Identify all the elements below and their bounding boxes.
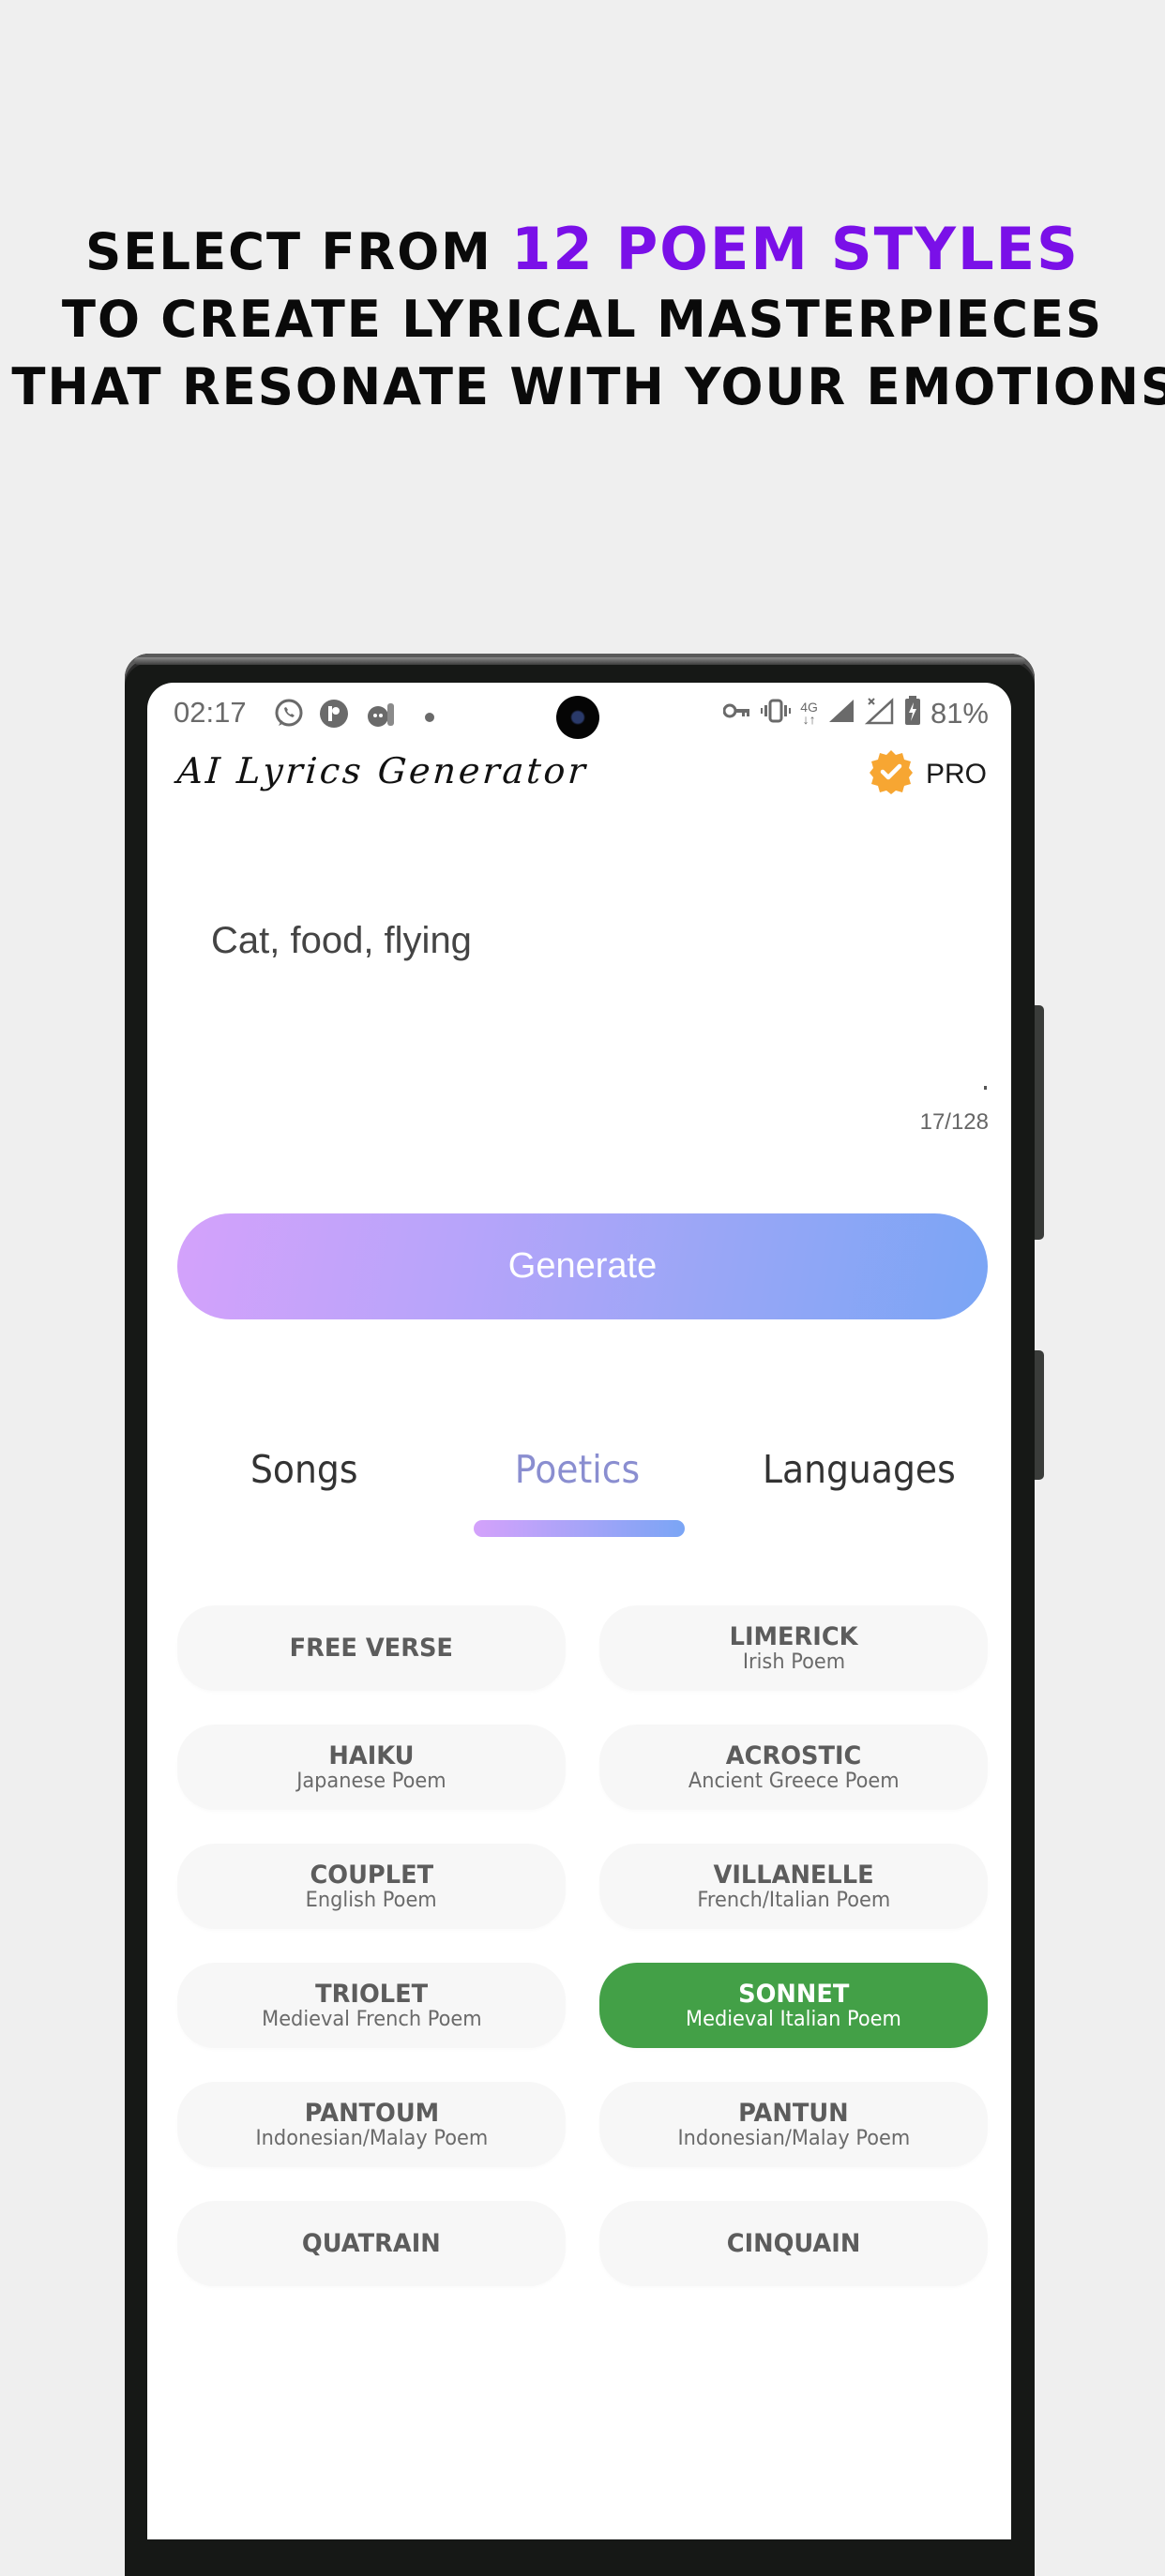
poem-style-card[interactable]: ACROSTIC Ancient Greece Poem xyxy=(599,1725,988,1810)
phone-top-edge xyxy=(134,657,1025,665)
signal-no-service-icon xyxy=(864,697,895,730)
poem-style-name: ACROSTIC xyxy=(725,1740,862,1770)
notification-dot-icon xyxy=(425,710,434,727)
poem-style-name: COUPLET xyxy=(310,1860,433,1890)
poem-style-card[interactable]: HAIKU Japanese Poem xyxy=(177,1725,566,1810)
battery-percent: 81% xyxy=(930,696,989,730)
data-arrows: ↓↑ xyxy=(802,711,816,727)
poem-style-name: PANTOUM xyxy=(304,2098,439,2128)
headline-prefix: SELECT FROM xyxy=(85,222,512,281)
poem-style-origin: Ancient Greece Poem xyxy=(688,1769,900,1793)
poem-style-card[interactable]: PANTUN Indonesian/Malay Poem xyxy=(599,2082,988,2167)
status-bar: 02:17 4G ↓↑ 81% xyxy=(147,683,1011,745)
poem-style-origin: Irish Poem xyxy=(742,1650,845,1674)
tab-songs[interactable]: Songs xyxy=(250,1447,358,1492)
poem-style-origin: English Poem xyxy=(306,1888,437,1912)
active-tab-indicator xyxy=(474,1520,685,1537)
power-button xyxy=(1035,1350,1044,1480)
pro-button[interactable]: PRO xyxy=(868,748,987,800)
poem-style-name: HAIKU xyxy=(328,1740,415,1770)
poem-style-origin: Medieval French Poem xyxy=(261,2007,482,2031)
vibrate-icon xyxy=(761,698,792,729)
promo-headline: SELECT FROM 12 POEM STYLES TO CREATE LYR… xyxy=(11,216,1165,421)
whatsapp-icon xyxy=(273,698,305,734)
poem-style-card[interactable]: PANTOUM Indonesian/Malay Poem xyxy=(177,2082,566,2167)
headline-accent: 12 POEM STYLES xyxy=(511,215,1080,283)
4g-data-icon: 4G ↓↑ xyxy=(800,700,818,727)
category-tabs: Songs Poetics Languages xyxy=(147,1447,1011,1503)
poem-style-name: SONNET xyxy=(737,1979,850,2009)
poem-style-origin: Japanese Poem xyxy=(296,1769,446,1793)
poem-style-card[interactable]: CINQUAIN xyxy=(599,2201,988,2286)
prompt-input[interactable] xyxy=(211,912,868,969)
character-counter: 17/128 xyxy=(919,1109,989,1135)
poem-style-name: FREE VERSE xyxy=(289,1633,454,1663)
poem-style-card[interactable]: COUPLET English Poem xyxy=(177,1844,566,1929)
vpn-key-icon xyxy=(722,701,751,725)
signal-icon xyxy=(827,698,855,729)
poem-style-card[interactable]: SONNET Medieval Italian Poem xyxy=(599,1963,988,2048)
poem-style-name: LIMERICK xyxy=(729,1621,858,1651)
app-title: AI Lyrics Generator xyxy=(175,750,590,791)
poem-style-name: TRIOLET xyxy=(315,1979,428,2009)
poem-style-card[interactable]: QUATRAIN xyxy=(177,2201,566,2286)
status-right-icons: 4G ↓↑ 81% xyxy=(722,696,989,731)
pro-label: PRO xyxy=(925,758,987,790)
front-camera xyxy=(556,696,599,739)
poem-style-name: VILLANELLE xyxy=(713,1860,874,1890)
volume-button xyxy=(1035,1005,1044,1240)
poem-style-card[interactable]: TRIOLET Medieval French Poem xyxy=(177,1963,566,2048)
headline-line-1: SELECT FROM 12 POEM STYLES xyxy=(11,216,1153,286)
text-cursor-mark xyxy=(984,1086,987,1090)
tab-poetics[interactable]: Poetics xyxy=(515,1447,640,1492)
verified-badge-icon xyxy=(868,748,915,800)
poem-style-origin: French/Italian Poem xyxy=(697,1888,890,1912)
poem-style-name: QUATRAIN xyxy=(302,2228,441,2258)
tab-languages[interactable]: Languages xyxy=(763,1447,956,1492)
status-time: 02:17 xyxy=(174,696,247,729)
p-app-icon xyxy=(318,698,350,734)
poem-style-origin: Indonesian/Malay Poem xyxy=(677,2126,910,2150)
poem-style-origin: Indonesian/Malay Poem xyxy=(255,2126,488,2150)
battery-charging-icon xyxy=(904,696,921,731)
poem-style-origin: Medieval Italian Poem xyxy=(686,2007,901,2031)
poem-style-name: PANTUN xyxy=(738,2098,849,2128)
app-screen: 02:17 4G ↓↑ 81% AI Lyrics Generator PRO … xyxy=(147,683,1011,2539)
headline-line-3: THAT RESONATE WITH YOUR EMOTIONS xyxy=(11,357,1165,416)
poem-style-name: CINQUAIN xyxy=(726,2228,861,2258)
headline-line-2: TO CREATE LYRICAL MASTERPIECES xyxy=(61,290,1104,349)
poem-style-card[interactable]: LIMERICK Irish Poem xyxy=(599,1605,988,1691)
game-app-icon xyxy=(365,698,397,734)
poem-style-card[interactable]: VILLANELLE French/Italian Poem xyxy=(599,1844,988,1929)
poem-style-card[interactable]: FREE VERSE xyxy=(177,1605,566,1691)
generate-button[interactable]: Generate xyxy=(177,1213,988,1319)
